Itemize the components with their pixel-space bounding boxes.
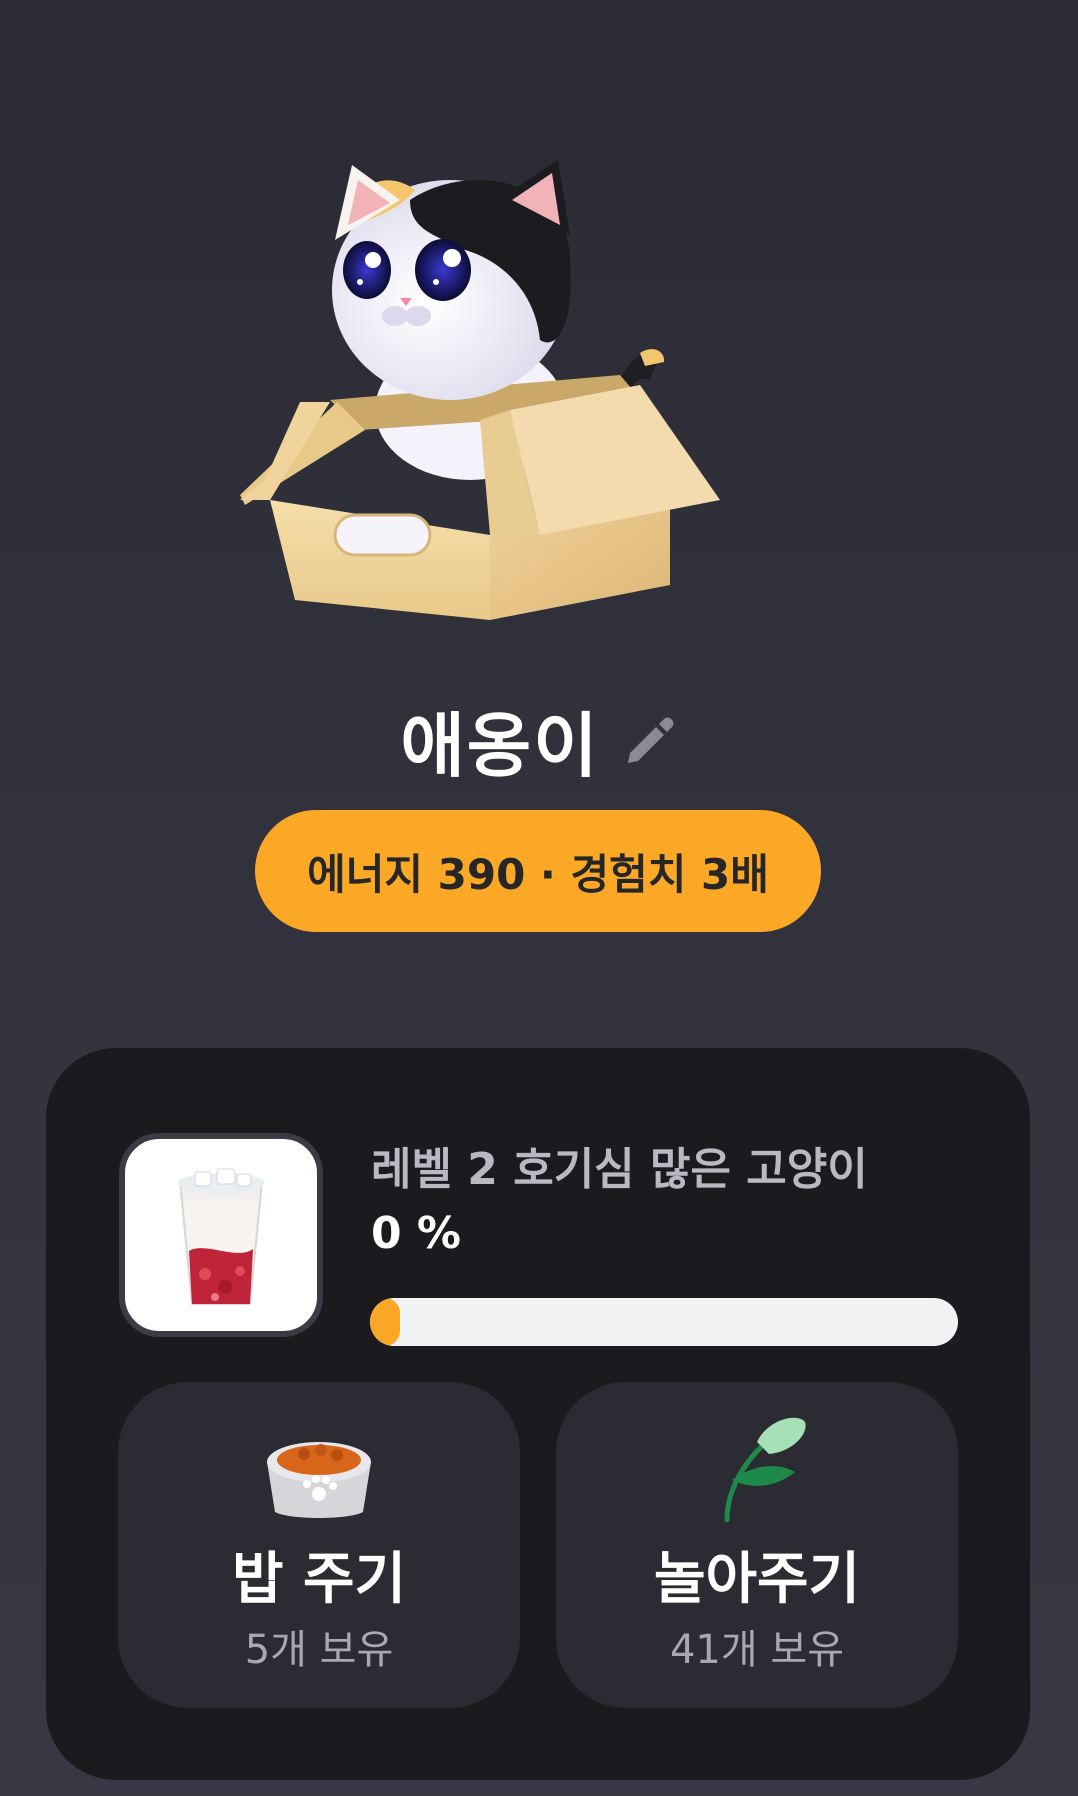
play-button[interactable]: 놀아주기 41개 보유 <box>556 1382 958 1708</box>
pet-name-row: 애옹이 <box>0 690 1078 790</box>
level-card: 레벨 2 호기심 많은 고양이 0 % 밥 주기 5개 보유 놀아주기 41개 … <box>46 1048 1030 1780</box>
reward-item-thumbnail <box>119 1133 323 1337</box>
play-button-label: 놀아주기 <box>653 1547 861 1612</box>
pet-name: 애옹이 <box>400 704 600 787</box>
level-title: 레벨 2 호기심 많은 고양이 <box>371 1144 868 1195</box>
feed-button[interactable]: 밥 주기 5개 보유 <box>118 1382 520 1708</box>
level-progress-bar <box>370 1298 958 1346</box>
level-progress-fill <box>370 1298 400 1346</box>
pet-food-bowl-icon <box>267 1442 371 1518</box>
strawberry-latte-drink <box>178 1168 264 1305</box>
feed-item-count: 5개 보유 <box>244 1627 394 1673</box>
play-item-count: 41개 보유 <box>669 1627 844 1673</box>
cat-in-box-illustration <box>240 160 720 620</box>
level-progress-percent: 0 % <box>371 1208 462 1259</box>
pencil-icon[interactable] <box>620 711 678 769</box>
energy-exp-badge: 에너지 390 · 경험치 3배 <box>255 810 821 932</box>
feed-button-label: 밥 주기 <box>231 1547 407 1612</box>
feather-toy-icon <box>724 1417 806 1522</box>
